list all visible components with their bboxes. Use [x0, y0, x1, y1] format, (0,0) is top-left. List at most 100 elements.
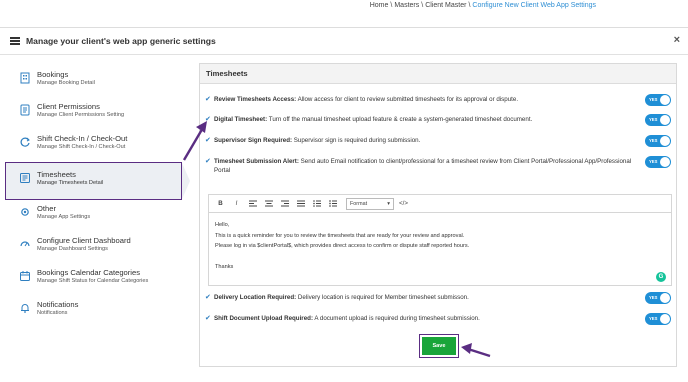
- toggle-switch[interactable]: YES: [645, 156, 671, 168]
- numbered-list-icon[interactable]: [326, 198, 339, 210]
- editor-toolbar: B I Format ▾ </>: [209, 195, 671, 213]
- sidebar-item-title: Bookings Calendar Categories: [37, 268, 140, 277]
- toggle-switch[interactable]: YES: [645, 94, 671, 106]
- format-select-value: Format: [350, 200, 368, 207]
- sidebar-item-subtitle: Manage Booking Detail: [37, 80, 95, 86]
- menu-icon: [10, 37, 20, 45]
- timesheets-panel: Timesheets ✔ Review Timesheets Access: A…: [199, 63, 677, 367]
- setting-label: Shift Document Upload Required:: [214, 315, 313, 322]
- sidebar-item-calendar-categories[interactable]: Bookings Calendar Categories Manage Shif…: [10, 264, 190, 296]
- gear-icon: [18, 205, 31, 218]
- editor-line: Thanks: [215, 263, 234, 270]
- format-select[interactable]: Format ▾: [346, 197, 394, 210]
- align-justify-icon[interactable]: [294, 198, 307, 210]
- toggle-label: YES: [649, 315, 658, 321]
- setting-description: Supervisor sign is required during submi…: [293, 137, 421, 144]
- bullet-list-icon[interactable]: [310, 198, 323, 210]
- sidebar-item-title: Other: [37, 204, 56, 213]
- setting-digital-timesheet: ✔ Digital Timesheet: Turn off the manual…: [205, 114, 671, 126]
- timesheet-icon: [18, 171, 31, 184]
- modal-title: Manage your client's web app generic set…: [26, 36, 216, 46]
- breadcrumb-client-master[interactable]: Client Master: [425, 2, 466, 9]
- check-icon: ✔: [205, 95, 211, 103]
- check-icon: ✔: [205, 293, 211, 301]
- breadcrumb-separator: \: [421, 2, 424, 9]
- toggle-label: YES: [649, 137, 658, 143]
- sidebar-item-subtitle: Manage App Settings: [37, 214, 91, 220]
- dashboard-icon: [18, 237, 31, 250]
- setting-description: Delivery location is required for Member…: [297, 294, 469, 301]
- setting-label: Digital Timesheet:: [214, 116, 268, 123]
- sidebar-item-subtitle: Manage Dashboard Settings: [37, 246, 108, 252]
- sidebar-item-title: Timesheets: [37, 170, 76, 179]
- panel-title: Timesheets: [200, 64, 676, 84]
- toggle-switch[interactable]: YES: [645, 135, 671, 147]
- grammarly-icon[interactable]: G: [656, 272, 666, 282]
- sidebar-item-title: Notifications: [37, 300, 79, 309]
- active-pointer: [182, 163, 190, 199]
- sidebar-item-subtitle: Manage Shift Status for Calendar Categor…: [37, 278, 149, 284]
- sidebar-item-title: Bookings: [37, 70, 69, 79]
- setting-description: A document upload is required during tim…: [314, 315, 480, 322]
- breadcrumb-masters[interactable]: Masters: [394, 2, 419, 9]
- toggle-switch[interactable]: YES: [645, 292, 671, 304]
- sidebar-item-configure-dashboard[interactable]: Configure Client Dashboard Manage Dashbo…: [10, 232, 190, 264]
- sidebar-item-subtitle: Manage Shift Check-In / Check-Out: [37, 144, 126, 150]
- setting-label: Delivery Location Required:: [214, 294, 297, 301]
- breadcrumb: Home \ Masters \ Client Master \ Configure New…: [370, 2, 596, 9]
- setting-supervisor-sign: ✔ Supervisor Sign Required: Supervisor s…: [205, 135, 671, 147]
- bell-icon: [18, 301, 31, 314]
- setting-description: Allow access for client to review submit…: [297, 96, 519, 103]
- breadcrumb-separator: \: [468, 2, 471, 9]
- sidebar-item-title: Shift Check-In / Check-Out: [37, 134, 128, 143]
- setting-label: Supervisor Sign Required:: [214, 137, 293, 144]
- breadcrumb-separator: \: [390, 2, 393, 9]
- calendar-icon: [18, 269, 31, 282]
- refresh-icon: [18, 135, 31, 148]
- settings-sidebar: Bookings Manage Booking Detail Client Pe…: [5, 66, 190, 328]
- close-icon[interactable]: ×: [674, 34, 680, 46]
- sidebar-item-bookings[interactable]: Bookings Manage Booking Detail: [10, 66, 190, 98]
- setting-delivery-location: ✔ Delivery Location Required: Delivery l…: [205, 292, 671, 304]
- editor-line: Hello,: [215, 222, 230, 228]
- toggle-label: YES: [649, 116, 658, 122]
- bold-button[interactable]: B: [214, 198, 227, 210]
- sidebar-item-other[interactable]: Other Manage App Settings: [10, 200, 190, 232]
- sidebar-item-title: Configure Client Dashboard: [37, 236, 131, 245]
- editor-content[interactable]: Hello, This is a quick reminder for you …: [209, 213, 671, 286]
- align-left-icon[interactable]: [246, 198, 259, 210]
- sidebar-item-shift-check-in[interactable]: Shift Check-In / Check-Out Manage Shift …: [10, 130, 190, 162]
- sidebar-item-subtitle: Manage Client Permissions Setting: [37, 112, 125, 118]
- save-button[interactable]: Save: [422, 337, 456, 355]
- setting-submission-alert: ✔ Timesheet Submission Alert: Send auto …: [205, 156, 671, 175]
- toggle-switch[interactable]: YES: [645, 114, 671, 126]
- setting-review-timesheets: ✔ Review Timesheets Access: Allow access…: [205, 94, 671, 106]
- sidebar-item-subtitle: Notifications: [37, 310, 68, 316]
- italic-button[interactable]: I: [230, 198, 243, 210]
- check-icon: ✔: [205, 314, 211, 322]
- modal-header: Manage your client's web app generic set…: [0, 28, 688, 55]
- email-template-editor: B I Format ▾ </> Hello, This is a quick …: [208, 194, 672, 286]
- sidebar-item-title: Client Permissions: [37, 102, 100, 111]
- align-center-icon[interactable]: [262, 198, 275, 210]
- document-icon: [18, 103, 31, 116]
- source-code-button[interactable]: </>: [397, 198, 410, 210]
- breadcrumb-home[interactable]: Home: [370, 2, 389, 9]
- editor-line: This is a quick reminder for you to revi…: [215, 232, 465, 239]
- setting-description: Turn off the manual timesheet upload fea…: [268, 116, 533, 123]
- setting-label: Review Timesheets Access:: [214, 96, 297, 103]
- building-icon: [18, 71, 31, 84]
- setting-shift-document-upload: ✔ Shift Document Upload Required: A docu…: [205, 313, 671, 325]
- align-right-icon[interactable]: [278, 198, 291, 210]
- sidebar-item-client-permissions[interactable]: Client Permissions Manage Client Permiss…: [10, 98, 190, 130]
- breadcrumb-current[interactable]: Configure New Client Web App Settings: [472, 2, 596, 9]
- toggle-label: YES: [649, 96, 658, 102]
- sidebar-item-timesheets[interactable]: Timesheets Manage Timesheets Detail: [5, 162, 190, 200]
- setting-label: Timesheet Submission Alert:: [214, 158, 299, 165]
- chevron-down-icon: ▾: [387, 200, 390, 207]
- toggle-switch[interactable]: YES: [645, 313, 671, 325]
- editor-line: Please log in via $clientPortal$, which …: [215, 243, 470, 249]
- save-highlight: Save: [419, 334, 459, 358]
- annotation-arrow-icon: [461, 343, 491, 358]
- sidebar-item-notifications[interactable]: Notifications Notifications: [10, 296, 190, 328]
